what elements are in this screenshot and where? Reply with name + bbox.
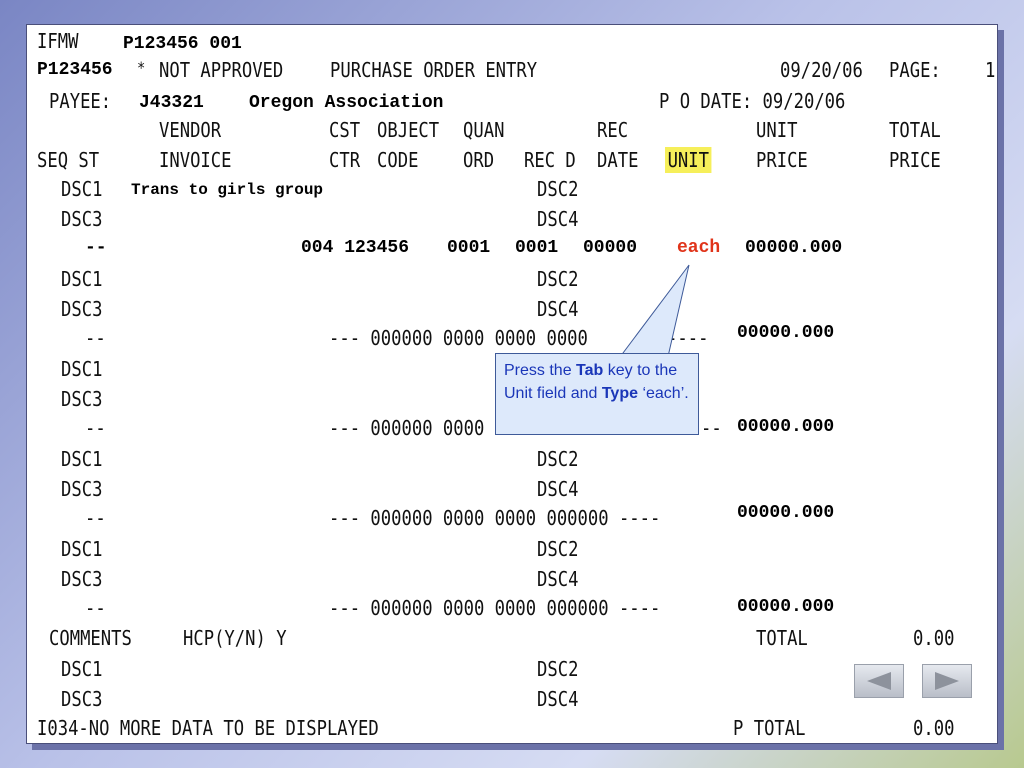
left-triangle-icon (867, 672, 891, 690)
callout-type-word: Type (601, 385, 638, 402)
next-slide-button[interactable] (922, 664, 972, 698)
callout-text-3: ‘each’. (638, 385, 689, 402)
callout-tab-key: Tab (576, 362, 604, 379)
terminal-screen: IFMW P123456 001 P123456 * NOT APPROVED … (26, 24, 998, 744)
callout-text-1: Press the (504, 362, 577, 379)
right-triangle-icon (935, 672, 959, 690)
previous-slide-button[interactable] (854, 664, 904, 698)
instruction-callout: Press the Tab key to the Unit field and … (495, 353, 699, 435)
